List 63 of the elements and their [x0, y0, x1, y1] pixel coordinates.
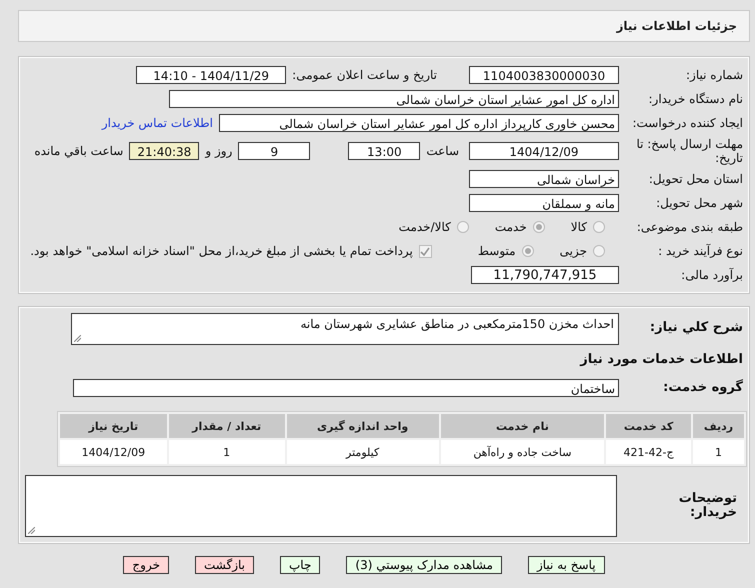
- resize-grip-icon[interactable]: [28, 527, 35, 534]
- radio-label: متوسط: [478, 244, 516, 258]
- field-label: شماره نیاز:: [685, 68, 743, 82]
- column-header: کد خدمت: [606, 414, 692, 438]
- deadline-date-field: 1404/12/09: [469, 142, 619, 160]
- action-button[interactable]: خروج: [123, 556, 169, 574]
- column-header: نام خدمت: [440, 414, 604, 438]
- field-label: شرح کلي نیاز:: [648, 321, 743, 335]
- action-button[interactable]: مشاهده مدارک پیوستي (3): [346, 556, 502, 574]
- buyer-contact-link[interactable]: اطلاعات تماس خریدار: [102, 116, 213, 130]
- field-label: گروه خدمت:: [662, 381, 743, 395]
- radio-label: کالا/خدمت: [398, 220, 451, 234]
- radio-label: جزیی: [560, 244, 587, 258]
- city-field: مانه و سملقان: [469, 194, 619, 212]
- announce-date-field: 1404/11/29 - 14:10: [136, 66, 286, 84]
- table-cell: ج-42-421: [606, 440, 692, 464]
- column-header: ردیف: [693, 414, 744, 438]
- action-button[interactable]: بازگشت: [195, 556, 254, 574]
- radio-label: خدمت: [494, 220, 527, 234]
- table-cell: 1404/12/09: [60, 440, 167, 464]
- field-label: نام دستگاه خریدار:: [648, 92, 743, 106]
- page-title: جزئیات اطلاعات نیاز: [616, 19, 737, 33]
- table-cell: ساخت جاده و راه‌آهن: [440, 440, 604, 464]
- days-field: 9: [238, 142, 310, 160]
- description-field: احداث مخزن 150مترمکعبی در مناطق عشایری شهرستان مانه: [71, 313, 619, 345]
- field-label: مهلت ارسال پاسخ: تا تاریخ:: [635, 137, 743, 165]
- radio-button[interactable]: [522, 245, 534, 257]
- service-group-field: ساختمان: [73, 379, 619, 397]
- field-label: نوع فرآیند خرید :: [657, 244, 743, 258]
- remaining-time-field: 21:40:38: [129, 142, 200, 160]
- requester-field: محسن خاوری کارپرداز اداره کل امور عشایر استان خراسان شمالی: [219, 114, 619, 132]
- payment-checkbox[interactable]: [418, 244, 432, 258]
- province-field: خراسان شمالی: [469, 170, 619, 188]
- payment-note: پرداخت تمام یا بخشی از مبلغ خرید،از محل "اسناد خزانه اسلامی" خواهد بود.: [30, 244, 413, 258]
- column-header: تاریخ نیاز: [60, 414, 167, 438]
- buyer-org-field: اداره کل امور عشایر استان خراسان شمالی: [169, 90, 619, 108]
- action-button[interactable]: چاپ: [280, 556, 320, 574]
- field-label: شهر محل تحویل:: [655, 196, 743, 210]
- column-header: تعداد / مقدار: [168, 414, 285, 438]
- field-label: ایجاد کننده درخواست:: [631, 116, 743, 130]
- field-label: برآورد مالی:: [680, 268, 743, 282]
- field-label: ساعت: [426, 144, 459, 158]
- field-label: روز و: [205, 144, 232, 158]
- column-header: واحد اندازه گیری: [286, 414, 439, 438]
- table-cell: کیلومتر: [286, 440, 439, 464]
- table-cell: 1: [693, 440, 744, 464]
- need-number-field: 1104003830000030: [469, 66, 619, 84]
- radio-button[interactable]: [593, 245, 605, 257]
- field-label: تاریخ و ساعت اعلان عمومی:: [292, 68, 437, 82]
- radio-button[interactable]: [456, 221, 469, 233]
- radio-label: کالا: [570, 220, 587, 234]
- action-button[interactable]: پاسخ به نیاز: [528, 556, 605, 574]
- radio-button[interactable]: [593, 221, 605, 233]
- field-label: استان محل تحویل:: [648, 172, 743, 186]
- table-cell: 1: [168, 440, 285, 464]
- field-label: ساعت باقي مانده: [34, 144, 124, 158]
- deadline-time-field: 13:00: [348, 142, 420, 160]
- radio-button[interactable]: [532, 221, 545, 233]
- budget-field: 11,790,747,915: [471, 266, 619, 284]
- section-heading: اطلاعات خدمات مورد نیاز: [580, 352, 743, 366]
- field-label: طبقه بندی موضوعی:: [636, 220, 743, 234]
- field-label: توضیحات خریدار:: [678, 492, 737, 520]
- resize-grip-icon[interactable]: [74, 335, 81, 342]
